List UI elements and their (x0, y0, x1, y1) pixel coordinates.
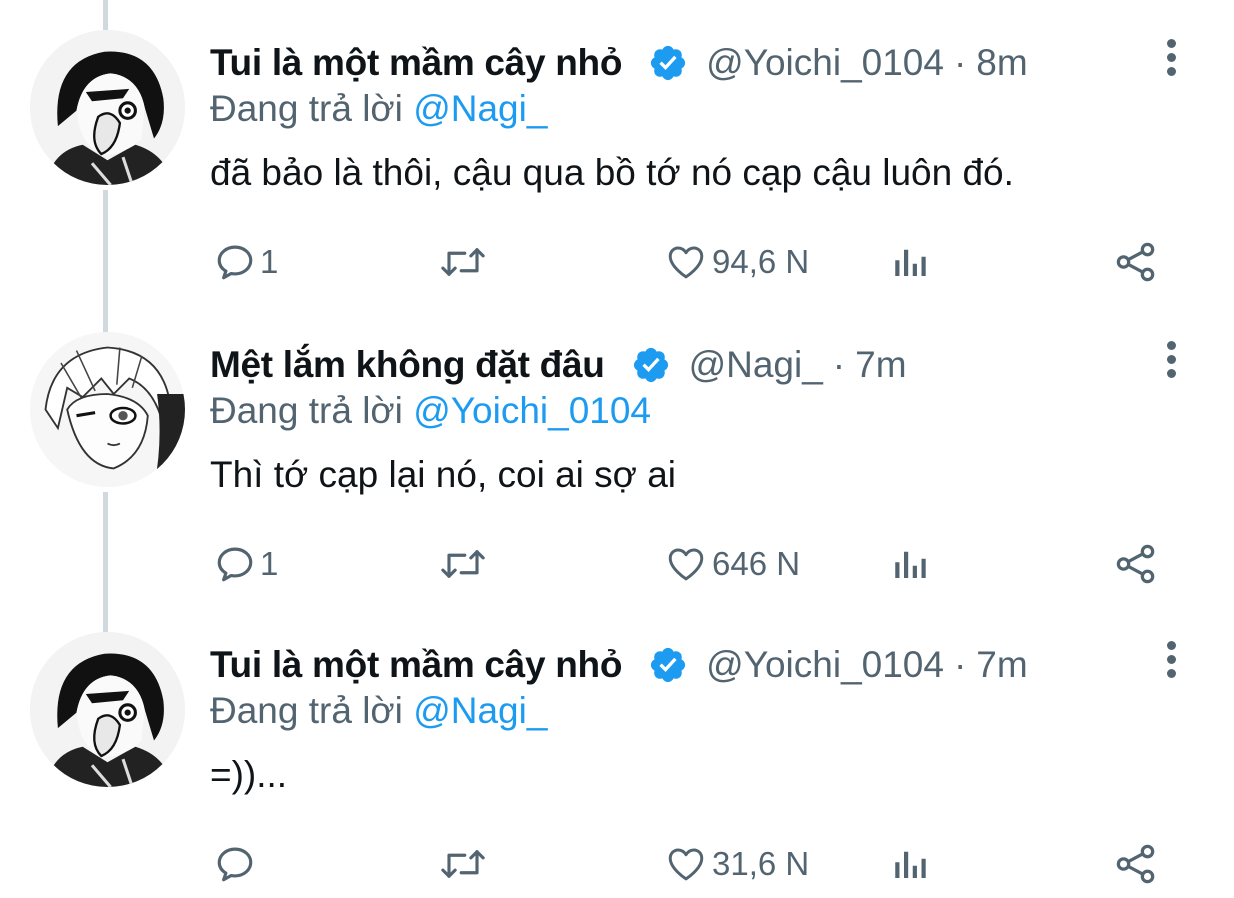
retweet-button[interactable] (438, 834, 488, 894)
tweet-header: Tui là một mầm cây nhỏ @Yoichi_0104 · 8m (210, 38, 1028, 88)
verified-badge-icon (631, 345, 671, 385)
tweet-actions: 1 94,6 N (0, 232, 1234, 292)
reply-bubble-icon (217, 547, 253, 582)
like-button[interactable]: 646 N (664, 534, 800, 594)
retweet-button[interactable] (438, 534, 488, 594)
heart-icon (668, 848, 704, 881)
like-count: 646 N (712, 545, 801, 582)
display-name[interactable]: Mệt lắm không đặt đâu (210, 344, 605, 386)
mention-link[interactable]: @Nagi_ (413, 690, 547, 731)
reply-button[interactable]: 1 (214, 232, 278, 292)
display-name[interactable]: Tui là một mầm cây nhỏ (210, 644, 622, 686)
avatar[interactable] (30, 30, 185, 185)
retweet-icon (441, 248, 485, 276)
views-button[interactable] (890, 534, 932, 594)
tweet[interactable]: Tui là một mầm cây nhỏ @Yoichi_0104 · 7m… (0, 602, 1234, 898)
replying-prefix: Đang trả lời (210, 88, 403, 129)
replying-to: Đang trả lời @Yoichi_0104 (210, 390, 651, 432)
views-button[interactable] (890, 834, 932, 894)
reply-thread: Tui là một mầm cây nhỏ @Yoichi_0104 · 8m… (0, 0, 1234, 898)
tweet-text: đã bảo là thôi, cậu qua bồ tớ nó cạp cậu… (210, 152, 1014, 193)
tweet-header: Tui là một mầm cây nhỏ @Yoichi_0104 · 7m (210, 640, 1028, 690)
reply-button[interactable] (214, 834, 260, 894)
avatar[interactable] (30, 632, 185, 787)
tweet-header: Mệt lắm không đặt đâu @Nagi_ · 7m (210, 340, 907, 390)
user-handle[interactable]: @Yoichi_0104 (706, 42, 944, 84)
analytics-icon (895, 851, 926, 878)
more-vertical-icon[interactable] (1158, 338, 1184, 388)
replying-to: Đang trả lời @Nagi_ (210, 88, 547, 130)
tweet-actions: 31,6 N (0, 834, 1234, 894)
reply-bubble-icon (217, 847, 253, 882)
reply-button[interactable]: 1 (214, 534, 278, 594)
retweet-icon (441, 850, 485, 878)
verified-badge-icon (648, 43, 688, 83)
heart-icon (668, 246, 704, 279)
share-icon (1116, 844, 1155, 884)
replying-prefix: Đang trả lời (210, 390, 403, 431)
share-icon (1116, 544, 1155, 584)
user-handle[interactable]: @Nagi_ (689, 344, 823, 386)
like-count: 94,6 N (712, 243, 810, 280)
display-name[interactable]: Tui là một mầm cây nhỏ (210, 42, 622, 84)
analytics-icon (895, 551, 926, 578)
share-button[interactable] (1113, 232, 1159, 292)
verified-badge-icon (648, 645, 688, 685)
separator-dot: · (953, 42, 967, 83)
like-count: 31,6 N (712, 845, 810, 882)
tweet-actions: 1 646 N (0, 534, 1234, 594)
replying-prefix: Đang trả lời (210, 690, 403, 731)
avatar[interactable] (30, 332, 185, 487)
tweet[interactable]: Mệt lắm không đặt đâu @Nagi_ · 7m Đang t… (0, 302, 1234, 602)
mention-link[interactable]: @Nagi_ (413, 88, 547, 129)
tweet-text: Thì tớ cạp lại nó, coi ai sợ ai (210, 454, 677, 495)
timestamp[interactable]: 7m (976, 644, 1027, 686)
replying-to: Đang trả lời @Nagi_ (210, 690, 547, 732)
separator-dot: · (953, 644, 967, 685)
heart-icon (668, 548, 704, 581)
retweet-button[interactable] (438, 232, 488, 292)
share-button[interactable] (1113, 834, 1159, 894)
tweet[interactable]: Tui là một mầm cây nhỏ @Yoichi_0104 · 8m… (0, 0, 1234, 300)
share-icon (1116, 242, 1155, 282)
separator-dot: · (832, 344, 846, 385)
like-button[interactable]: 31,6 N (664, 834, 809, 894)
user-handle[interactable]: @Yoichi_0104 (706, 644, 944, 686)
more-vertical-icon[interactable] (1158, 638, 1184, 688)
views-button[interactable] (890, 232, 932, 292)
retweet-icon (441, 550, 485, 578)
reply-count: 1 (260, 243, 279, 280)
mention-link[interactable]: @Yoichi_0104 (413, 390, 651, 431)
timestamp[interactable]: 7m (855, 344, 906, 386)
share-button[interactable] (1113, 534, 1159, 594)
analytics-icon (895, 249, 926, 276)
reply-count: 1 (260, 545, 279, 582)
more-vertical-icon[interactable] (1158, 36, 1184, 86)
tweet-text: =))... (210, 754, 288, 795)
timestamp[interactable]: 8m (976, 42, 1027, 84)
like-button[interactable]: 94,6 N (664, 232, 809, 292)
reply-bubble-icon (217, 245, 253, 280)
